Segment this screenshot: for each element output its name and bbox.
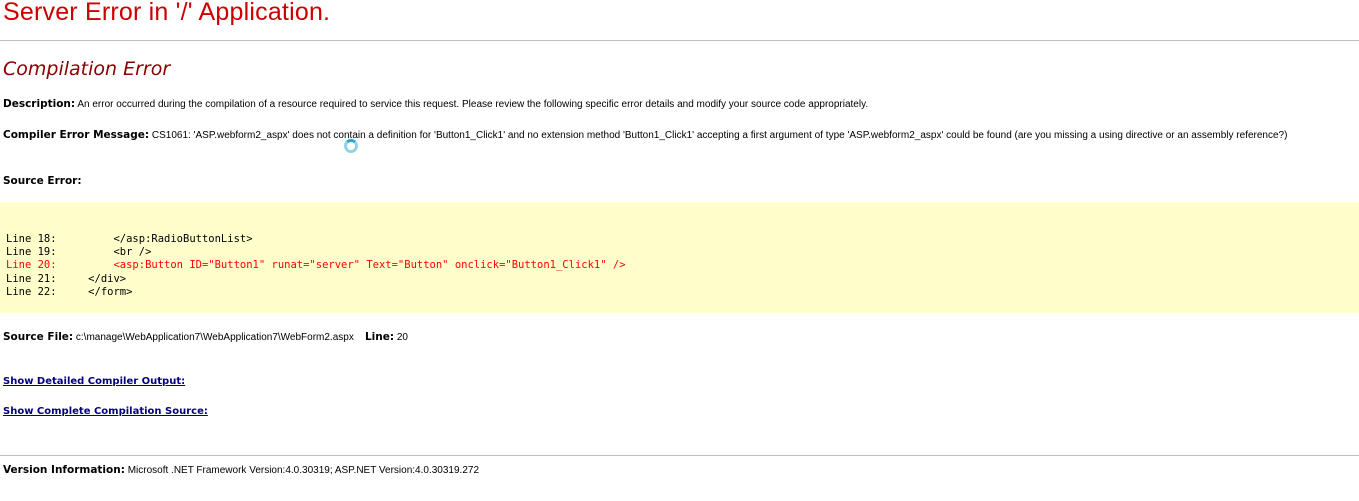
description-label: Description: (3, 98, 76, 110)
show-complete-compilation-source-link[interactable]: Show Complete Compilation Source: (3, 406, 208, 417)
code-line: Line 19: <br /> (6, 246, 152, 259)
source-code: Line 18: </asp:RadioButtonList> Line 19: … (6, 233, 626, 299)
source-file: Source File: c:\manage\WebApplication7\W… (3, 330, 408, 345)
description-text: An error occurred during the compilation… (75, 99, 869, 110)
code-line: Line 18: </asp:RadioButtonList> (6, 233, 253, 245)
source-line-value: 20 (394, 332, 408, 343)
compiler-error-message: Compiler Error Message: CS1061: 'ASP.web… (3, 128, 1355, 143)
header-divider (0, 40, 1359, 41)
code-line-error: Line 20: <asp:Button ID="Button1" runat=… (6, 259, 626, 272)
source-error-label: Source Error: (3, 175, 82, 187)
source-code-box: Line 18: </asp:RadioButtonList> Line 19: … (0, 202, 1359, 313)
footer-divider (0, 455, 1359, 456)
code-line: Line 22: </form> (6, 285, 133, 298)
source-line-label: Line: (364, 331, 395, 343)
source-file-label: Source File: (3, 331, 74, 343)
version-information: Version Information: Microsoft .NET Fram… (3, 463, 479, 478)
description: Description: An error occurred during th… (3, 97, 868, 112)
compiler-error-text: CS1061: 'ASP.webform2_aspx' does not con… (149, 130, 1288, 141)
code-line: Line 21: </div> (6, 272, 127, 285)
source-file-path: c:\manage\WebApplication7\WebApplication… (73, 332, 354, 343)
loading-spinner-icon (344, 139, 358, 153)
source-error-heading: Source Error: (3, 174, 82, 189)
compiler-error-label: Compiler Error Message: (3, 129, 150, 141)
show-detailed-compiler-output-link[interactable]: Show Detailed Compiler Output: (3, 376, 185, 387)
version-label: Version Information: (3, 464, 125, 476)
error-type-heading: Compilation Error (3, 58, 171, 80)
page-title: Server Error in '/' Application. (3, 0, 331, 26)
version-text: Microsoft .NET Framework Version:4.0.303… (124, 465, 480, 476)
